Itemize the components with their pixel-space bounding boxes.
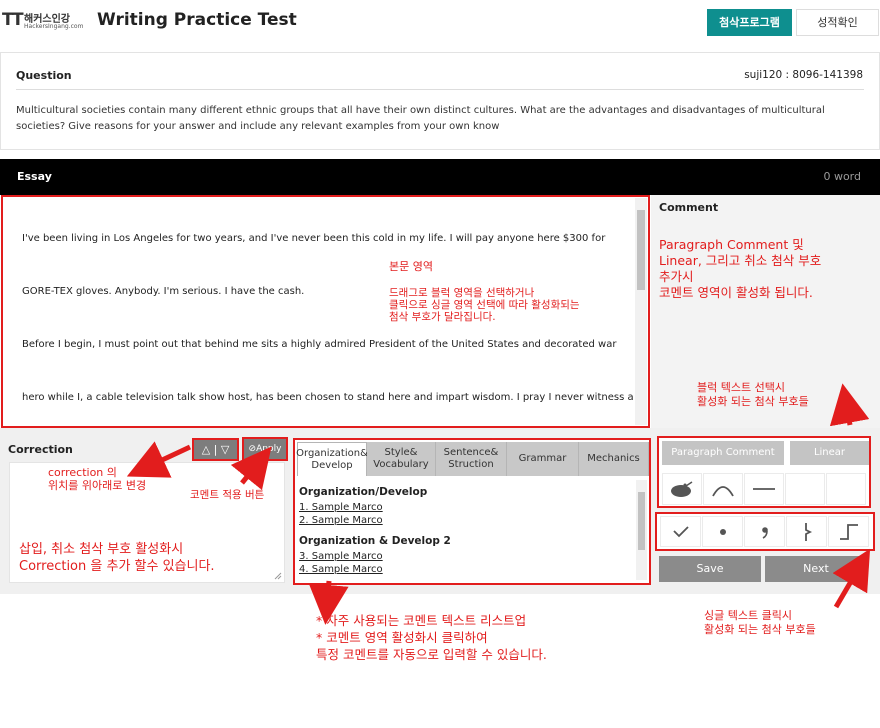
check-mark-icon[interactable]: [660, 516, 701, 547]
annotation-comment-area: Paragraph Comment 및 Linear, 그리고 취소 첨삭 부호…: [659, 237, 822, 300]
block-marks-panel: Paragraph Comment Linear: [657, 436, 871, 508]
macro-item[interactable]: 2. Sample Marco: [299, 515, 383, 526]
score-check-button[interactable]: 성적확인: [796, 9, 879, 36]
annotation-apply: 코멘트 적용 버튼: [190, 489, 265, 501]
page-title: Writing Practice Test: [97, 10, 297, 30]
logo-mark-icon: TT: [2, 10, 24, 30]
resize-handle-icon[interactable]: [274, 572, 282, 580]
move-correction-button[interactable]: △ | ▽: [192, 438, 239, 461]
question-panel: Question suji120 : 8096-141398 Multicult…: [0, 52, 880, 150]
step-mark-icon[interactable]: [828, 516, 869, 547]
user-id: suji120 : 8096-141398: [744, 69, 863, 81]
correction-label: Correction: [8, 443, 73, 456]
arc-mark-icon[interactable]: [703, 473, 743, 505]
tab-organization-develop[interactable]: Organization& Develop: [296, 442, 368, 476]
next-button[interactable]: Next: [765, 556, 867, 582]
essay-line[interactable]: Before I begin, I must point out that be…: [22, 339, 616, 350]
linear-button[interactable]: Linear: [790, 441, 869, 465]
dot-mark-icon[interactable]: [702, 516, 743, 547]
insert-bar-icon[interactable]: [786, 516, 827, 547]
annotation-essay-area: 본문 영역: [389, 260, 433, 273]
scroll-thumb[interactable]: [637, 210, 645, 290]
check-circle-icon: ⊘: [248, 444, 257, 454]
tab-sentence-struction[interactable]: Sentence& Struction: [436, 442, 507, 476]
list-scrollbar[interactable]: [636, 480, 647, 580]
question-label: Question: [16, 69, 72, 82]
annotation-correction-add: 삽입, 취소 첨삭 부호 활성화시 Correction 을 추가 할수 있습니…: [19, 542, 215, 574]
list-section-title: Organization & Develop 2: [299, 535, 451, 547]
annotation-single-marks: 싱글 텍스트 클릭시 활성화 되는 첨삭 부호들: [704, 609, 816, 636]
list-section-title: Organization/Develop: [299, 486, 428, 498]
essay-line[interactable]: GORE-TEX gloves. Anybody. I'm serious. I…: [22, 286, 304, 297]
empty-mark-slot: [826, 473, 866, 505]
apply-button[interactable]: ⊘Apply: [242, 437, 288, 461]
dash-mark-icon[interactable]: [744, 473, 784, 505]
header-bar: TT 해커스인강 HackersIngang.com Writing Pract…: [0, 0, 880, 44]
tab-mechanics[interactable]: Mechanics: [579, 442, 649, 476]
annotation-comment-list: * 자주 사용되는 코멘트 텍스트 리스트업 * 코멘트 영역 활성화시 클릭하…: [316, 613, 547, 662]
essay-header: Essay 0 word: [0, 159, 880, 195]
annotation-correction-move: correction 의 위치를 위아래로 변경: [48, 466, 147, 492]
macro-item[interactable]: 4. Sample Marco: [299, 564, 383, 575]
annotation-block-marks: 블럭 텍스트 선택시 활성화 되는 첨삭 부호들: [697, 381, 809, 408]
annotation-essay-desc: 드래그로 블럭 영역을 선택하거나 클릭으로 싱글 영역 선택에 따라 활성화되…: [389, 287, 580, 323]
logo-url: HackersIngang.com: [24, 23, 84, 30]
question-text: Multicultural societies contain many dif…: [16, 105, 825, 132]
blob-mark-icon[interactable]: [662, 473, 702, 505]
tab-grammar[interactable]: Grammar: [507, 442, 579, 476]
tab-style-vocabulary[interactable]: Style& Vocabulary: [367, 442, 436, 476]
macro-item[interactable]: 3. Sample Marco: [299, 551, 383, 562]
essay-scrollbar[interactable]: [635, 198, 647, 425]
essay-line[interactable]: hero while I, a cable television talk sh…: [22, 392, 634, 403]
apply-label: Apply: [256, 444, 282, 454]
single-marks-panel: [655, 512, 875, 551]
hackers-logo[interactable]: TT 해커스인강 HackersIngang.com: [2, 8, 83, 34]
scroll-thumb[interactable]: [638, 492, 645, 550]
comma-mark-icon[interactable]: [744, 516, 785, 547]
comment-title: Comment: [659, 201, 719, 214]
essay-line[interactable]: I've been living in Los Angeles for two …: [22, 233, 605, 244]
comment-macro-list: Organization& Develop Style& Vocabulary …: [293, 438, 651, 585]
essay-label: Essay: [17, 170, 52, 183]
divider: [16, 89, 864, 90]
save-button[interactable]: Save: [659, 556, 761, 582]
word-count: 0 word: [823, 170, 861, 183]
correction-program-button[interactable]: 첨삭프로그램: [707, 9, 792, 36]
empty-mark-slot: [785, 473, 825, 505]
paragraph-comment-button[interactable]: Paragraph Comment: [662, 441, 784, 465]
macro-item[interactable]: 1. Sample Marco: [299, 502, 383, 513]
